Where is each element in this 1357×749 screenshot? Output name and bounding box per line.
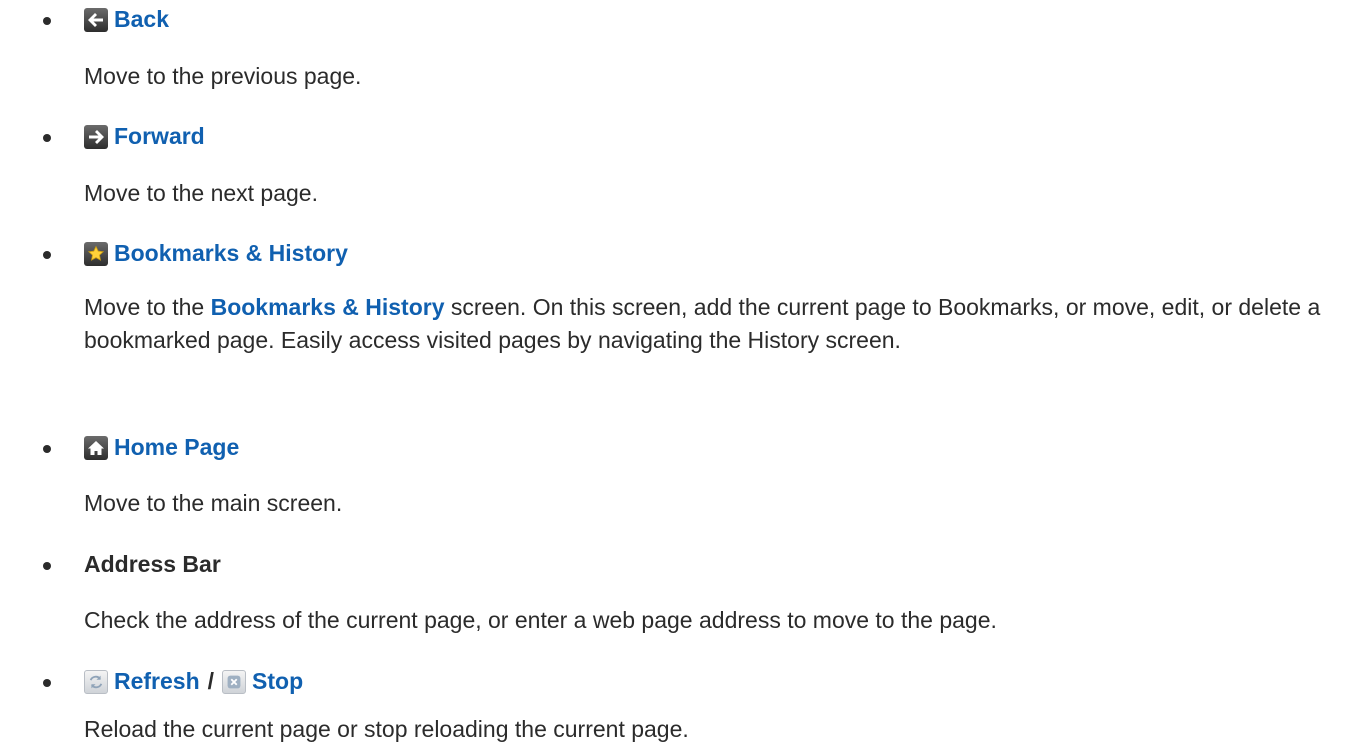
item-title: Refresh xyxy=(114,668,200,694)
item-description: Move to the main screen. xyxy=(84,490,343,516)
item-title: Bookmarks & History xyxy=(114,240,348,266)
item-heading: Home Page xyxy=(84,434,239,461)
item-title-2: Stop xyxy=(252,668,304,694)
item-heading: Back xyxy=(84,6,169,33)
bullet xyxy=(43,134,51,142)
bullet xyxy=(43,562,51,570)
item-description: Reload the current page or stop reloadin… xyxy=(84,716,689,742)
item-heading: Address Bar xyxy=(84,551,221,578)
bullet xyxy=(43,17,51,25)
item-heading: Refresh / Stop xyxy=(84,668,303,695)
item-description: Move to the next page. xyxy=(84,180,318,206)
bullet xyxy=(43,445,51,453)
star-icon xyxy=(84,241,108,266)
arrow-right-icon xyxy=(84,124,108,149)
home-icon xyxy=(84,435,108,460)
bullet xyxy=(43,679,51,687)
item-title: Home Page xyxy=(114,434,240,460)
description-highlight: Bookmarks & History xyxy=(210,294,445,320)
item-title: Address Bar xyxy=(84,551,221,577)
item-heading: Forward xyxy=(84,123,205,150)
item-description: Move to the Bookmarks & History screen. … xyxy=(84,291,1334,357)
stop-icon xyxy=(222,669,247,694)
bullet xyxy=(43,251,51,259)
item-description: Move to the previous page. xyxy=(84,63,362,89)
item-title: Back xyxy=(114,6,169,32)
item-title: Forward xyxy=(114,123,205,149)
refresh-icon xyxy=(84,669,108,694)
separator: / xyxy=(207,668,215,694)
item-heading: Bookmarks & History xyxy=(84,240,348,267)
description-text: Move to the xyxy=(84,294,211,320)
arrow-left-icon xyxy=(84,7,108,32)
item-description: Check the address of the current page, o… xyxy=(84,607,997,633)
